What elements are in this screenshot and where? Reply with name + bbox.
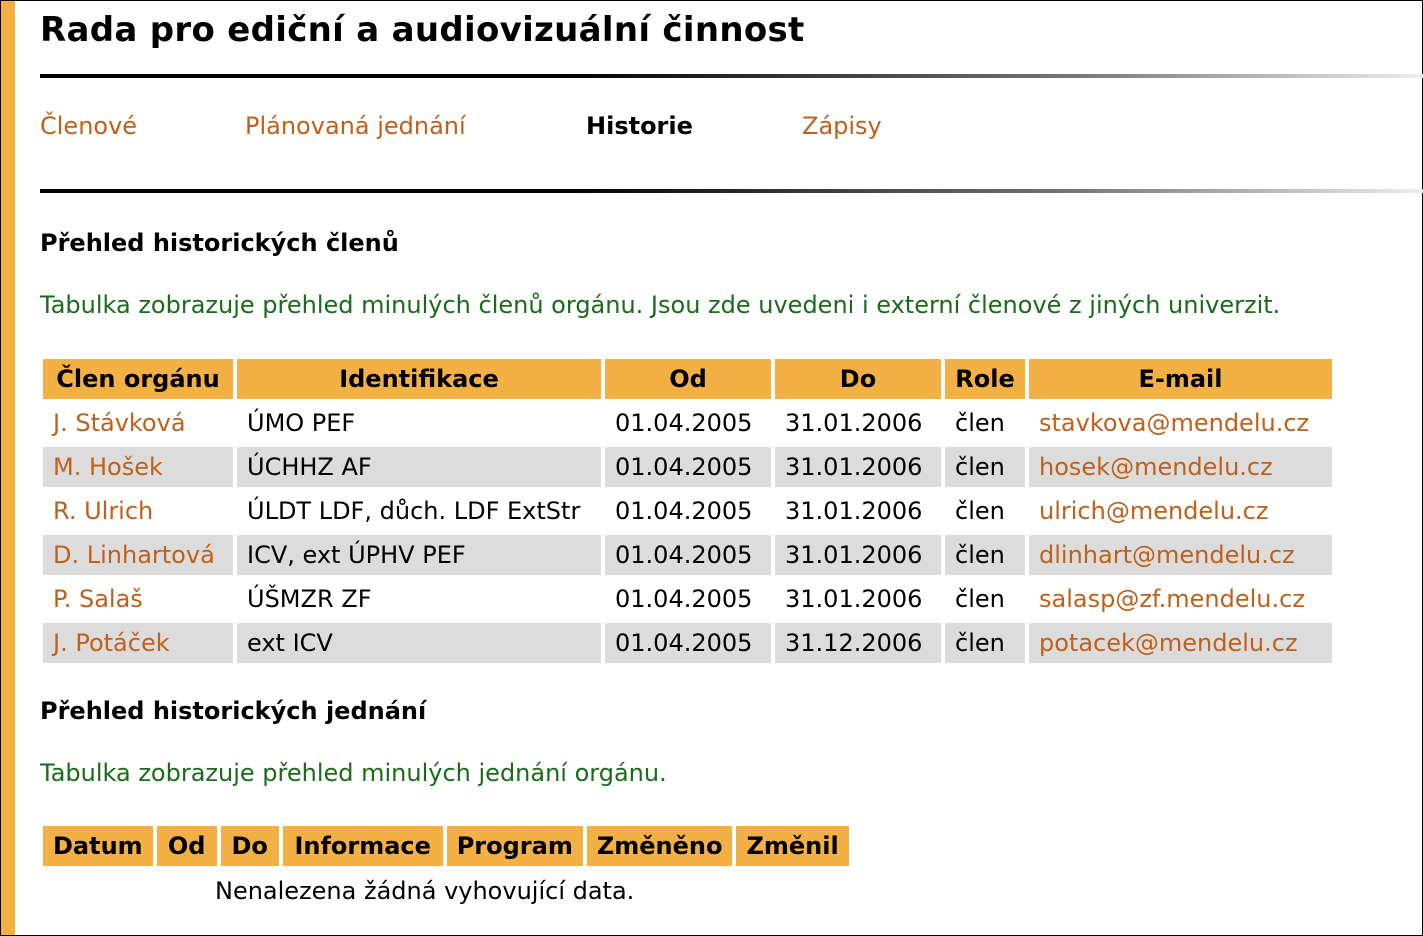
column-header-changed: Změněno (586, 826, 733, 866)
email-link[interactable]: potacek@mendelu.cz (1039, 629, 1298, 657)
identification-cell: ÚMO PEF (247, 409, 356, 437)
from-date-cell: 01.04.2005 (615, 497, 753, 525)
meetings-heading: Přehled historických jednání (40, 697, 427, 725)
column-header-information: Informace (282, 826, 443, 866)
to-date-cell: 31.01.2006 (785, 409, 923, 437)
members-header-row: Člen orgánu Identifikace Od Do Role E-ma… (43, 359, 1332, 399)
member-name-cell: J. Potáček (43, 623, 233, 663)
meetings-header-row: Datum Od Do Informace Program Změněno Zm… (43, 826, 849, 866)
column-header-to: Do (775, 359, 941, 399)
table-row: J. Potáček ext ICV 01.04.2005 31.12.2006… (43, 623, 1332, 663)
identification-cell: ICV, ext ÚPHV PEF (237, 535, 601, 575)
page-title: Rada pro ediční a audiovizuální činnost (40, 10, 805, 50)
member-name-cell: R. Ulrich (43, 491, 233, 531)
tab-planovana-jednani[interactable]: Plánovaná jednání (245, 112, 466, 140)
member-name-link[interactable]: J. Stávková (53, 409, 186, 437)
email-link[interactable]: hosek@mendelu.cz (1039, 453, 1273, 481)
member-name-link[interactable]: D. Linhartová (53, 541, 215, 569)
table-row: D. Linhartová ICV, ext ÚPHV PEF 01.04.20… (43, 535, 1332, 575)
empty-state-message: Nenalezena žádná vyhovující data. (215, 877, 635, 905)
member-name-link[interactable]: P. Salaš (53, 585, 143, 613)
email-link[interactable]: dlinhart@mendelu.cz (1039, 541, 1295, 569)
member-name-cell: M. Hošek (43, 447, 233, 487)
column-header-email: E-mail (1029, 359, 1332, 399)
email-cell: salasp@zf.mendelu.cz (1029, 579, 1332, 619)
to-date-cell: 31.12.2006 (775, 623, 941, 663)
column-header-date: Datum (43, 826, 153, 866)
left-accent-bar (1, 1, 15, 935)
table-row: J. Stávková ÚMO PEF 01.04.2005 31.01.200… (43, 403, 1332, 443)
member-name-link[interactable]: J. Potáček (53, 629, 170, 657)
column-header-identification: Identifikace (237, 359, 601, 399)
title-divider (40, 74, 1423, 78)
email-cell: dlinhart@mendelu.cz (1029, 535, 1332, 575)
column-header-from: Od (605, 359, 771, 399)
to-date-cell: 31.01.2006 (775, 535, 941, 575)
email-link[interactable]: stavkova@mendelu.cz (1039, 409, 1309, 437)
member-name-cell: D. Linhartová (43, 535, 233, 575)
role-cell: člen (955, 585, 1005, 613)
identification-cell: ÚCHHZ AF (237, 447, 601, 487)
meetings-table: Datum Od Do Informace Program Změněno Zm… (39, 822, 853, 870)
role-cell: člen (955, 409, 1005, 437)
to-date-cell: 31.01.2006 (785, 585, 923, 613)
members-description: Tabulka zobrazuje přehled minulých členů… (40, 291, 1281, 319)
email-link[interactable]: ulrich@mendelu.cz (1039, 497, 1268, 525)
to-date-cell: 31.01.2006 (775, 447, 941, 487)
identification-cell: ÚŠMZR ZF (247, 585, 372, 613)
from-date-cell: 01.04.2005 (615, 585, 753, 613)
email-cell: ulrich@mendelu.cz (1029, 491, 1332, 531)
table-row: P. Salaš ÚŠMZR ZF 01.04.2005 31.01.2006 … (43, 579, 1332, 619)
email-link[interactable]: salasp@zf.mendelu.cz (1039, 585, 1305, 613)
column-header-program: Program (446, 826, 583, 866)
member-name-cell: P. Salaš (43, 579, 233, 619)
tab-zapisy[interactable]: Zápisy (802, 112, 882, 140)
table-row: R. Ulrich ÚLDT LDF, důch. LDF ExtStr 01.… (43, 491, 1332, 531)
column-header-member: Člen orgánu (43, 359, 233, 399)
tabs-divider (40, 189, 1423, 193)
meetings-description: Tabulka zobrazuje přehled minulých jedná… (40, 759, 667, 787)
role-cell: člen (945, 535, 1025, 575)
member-name-link[interactable]: M. Hošek (53, 453, 163, 481)
column-header-to: Do (220, 826, 279, 866)
members-table: Člen orgánu Identifikace Od Do Role E-ma… (39, 355, 1336, 667)
identification-cell: ÚLDT LDF, důch. LDF ExtStr (247, 497, 581, 525)
role-cell: člen (945, 447, 1025, 487)
role-cell: člen (955, 497, 1005, 525)
table-row: M. Hošek ÚCHHZ AF 01.04.2005 31.01.2006 … (43, 447, 1332, 487)
members-heading: Přehled historických členů (40, 229, 399, 257)
from-date-cell: 01.04.2005 (605, 535, 771, 575)
email-cell: potacek@mendelu.cz (1029, 623, 1332, 663)
email-cell: hosek@mendelu.cz (1029, 447, 1332, 487)
column-header-changed-by: Změnil (736, 826, 849, 866)
identification-cell: ext ICV (237, 623, 601, 663)
to-date-cell: 31.01.2006 (785, 497, 923, 525)
member-name-link[interactable]: R. Ulrich (53, 497, 153, 525)
role-cell: člen (945, 623, 1025, 663)
from-date-cell: 01.04.2005 (605, 447, 771, 487)
tab-clenove[interactable]: Členové (40, 112, 137, 140)
tab-historie[interactable]: Historie (586, 112, 693, 140)
from-date-cell: 01.04.2005 (615, 409, 753, 437)
member-name-cell: J. Stávková (43, 403, 233, 443)
column-header-from: Od (156, 826, 217, 866)
from-date-cell: 01.04.2005 (605, 623, 771, 663)
column-header-role: Role (945, 359, 1025, 399)
email-cell: stavkova@mendelu.cz (1029, 403, 1332, 443)
